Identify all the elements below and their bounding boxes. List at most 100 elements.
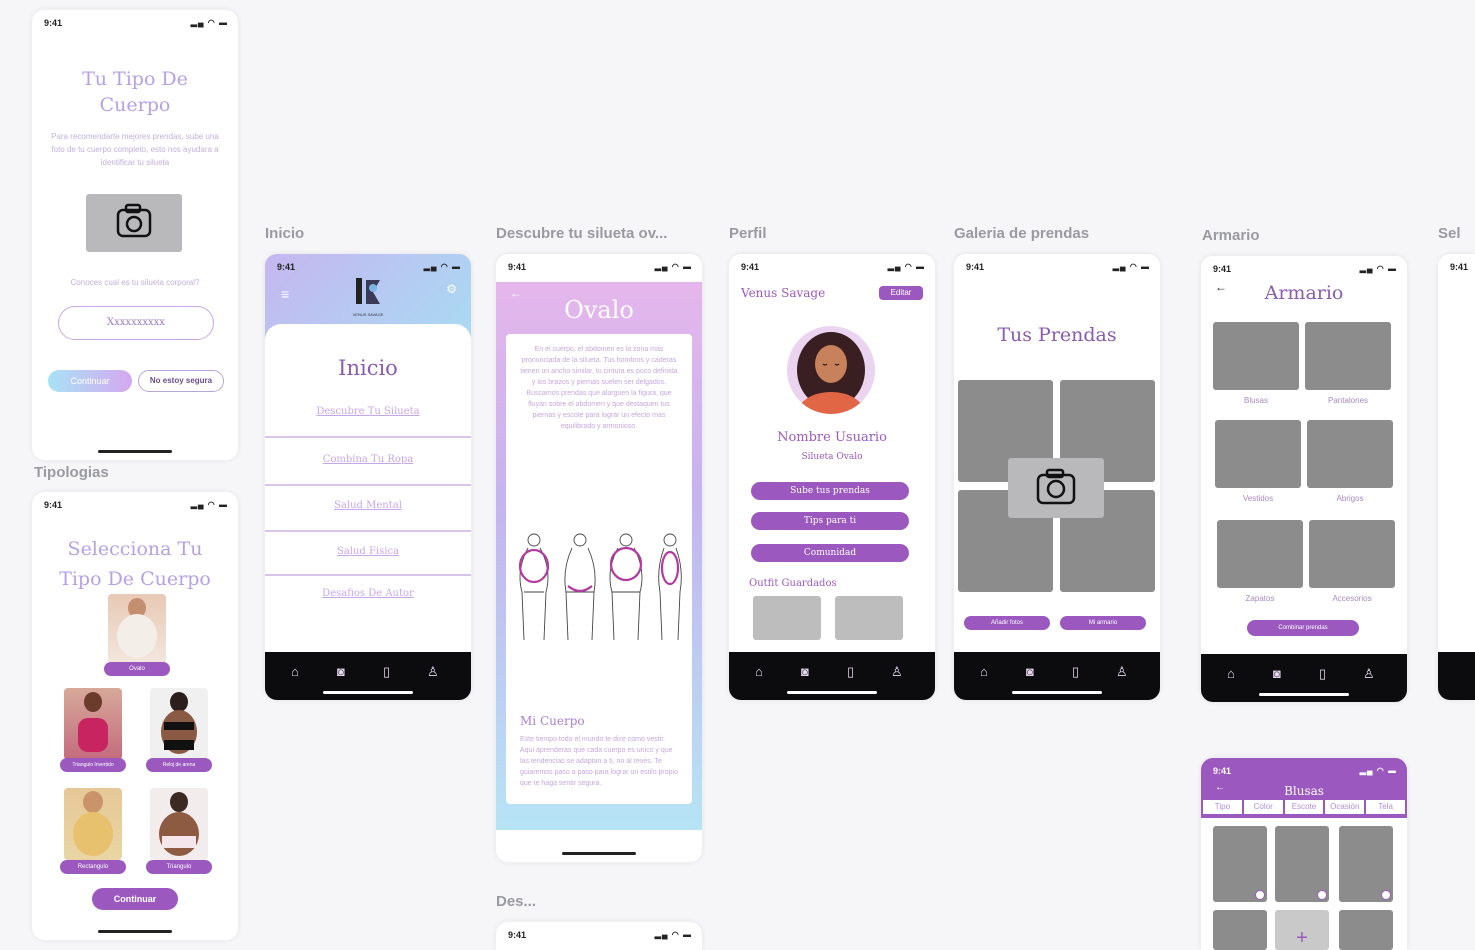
divider (265, 484, 471, 486)
frame-label-galeria: Galeria de prendas (954, 225, 1090, 242)
bookmark-icon[interactable]: ▯ (1072, 664, 1079, 680)
category-card-abrigos[interactable] (1307, 420, 1393, 488)
select-circle-icon[interactable] (1255, 890, 1265, 900)
body-type-label-reloj[interactable]: Reloj de arena (146, 758, 212, 772)
home-indicator (562, 852, 636, 855)
tips-button[interactable]: Tips para ti (751, 512, 909, 530)
frame-label-des: Des... (496, 893, 537, 910)
category-card-zapatos[interactable] (1217, 520, 1303, 588)
blouse-item[interactable] (1213, 910, 1267, 950)
status-time: 9:41 (1213, 766, 1232, 776)
body-type-card-triangulo-invertido[interactable] (64, 688, 122, 760)
menu-item-descubre[interactable]: Descubre Tu Silueta (265, 406, 471, 417)
unsure-button[interactable]: No estoy segura (138, 370, 224, 392)
upload-clothes-button[interactable]: Sube tus prendas (751, 482, 909, 500)
menu-icon[interactable]: ≡ (281, 286, 289, 302)
category-card-accesorios[interactable] (1309, 520, 1395, 588)
community-button[interactable]: Comunidad (751, 544, 909, 562)
status-icons: ▂▄ ◠ ▬ (654, 262, 692, 271)
blouse-item[interactable] (1339, 910, 1393, 950)
continue-button[interactable]: Continuar (92, 888, 178, 910)
body-type-card-reloj[interactable] (150, 688, 208, 760)
phone-perfil: 9:41 ▂▄ ◠ ▬ Venus Savage Editar Nombre Us… (729, 254, 935, 700)
outfit-thumbnail[interactable] (835, 596, 903, 640)
body-type-label-triangulo-invertido[interactable]: Triangulo Invertido (60, 758, 126, 772)
user-icon[interactable]: ♙ (1363, 666, 1375, 682)
camera-icon[interactable]: ◙ (1026, 664, 1034, 679)
phone-des-partial: 9:41 ▂▄ ◠ ▬ (496, 922, 702, 950)
outfit-thumbnail[interactable] (753, 596, 821, 640)
bookmark-icon[interactable]: ▯ (847, 664, 854, 680)
page-title: Inicio (338, 356, 398, 380)
user-icon[interactable]: ♙ (427, 664, 439, 680)
body-type-label-triangulo[interactable]: Triangulo (146, 860, 212, 874)
status-time: 9:41 (508, 930, 527, 940)
home-icon[interactable]: ⌂ (980, 664, 988, 679)
camera-icon[interactable]: ◙ (1273, 666, 1281, 681)
phone-blusas: 9:41 ▂▄ ◠ ▬ ← Blusas Tipo Color Escote Oc… (1201, 758, 1407, 950)
camera-button[interactable] (1008, 458, 1104, 518)
camera-button[interactable] (86, 194, 182, 252)
add-item-button[interactable]: + (1275, 910, 1329, 950)
bookmark-icon[interactable]: ▯ (1319, 666, 1326, 682)
select-circle-icon[interactable] (1317, 890, 1327, 900)
page-title: Selecciona Tu (67, 538, 203, 560)
home-icon[interactable]: ⌂ (755, 664, 763, 679)
combine-button[interactable]: Combinar prendas (1247, 620, 1359, 636)
filter-tab-tipo[interactable]: Tipo (1203, 800, 1242, 814)
user-icon[interactable]: ♙ (1116, 664, 1128, 680)
body-type-card-rectangulo[interactable] (64, 788, 122, 860)
category-label: Vestidos (1242, 494, 1274, 503)
continue-button[interactable]: Continuar (48, 370, 132, 392)
filter-tab-color[interactable]: Color (1243, 800, 1283, 814)
divider (265, 574, 471, 576)
header: 9:41 ▂▄ ◠ ▬ ← Blusas Tipo Color Escote Oc… (1201, 758, 1407, 818)
body-type-card-ovalo[interactable] (108, 594, 166, 664)
menu-item-salud-mental[interactable]: Salud Mental (265, 500, 471, 511)
silhouette-input[interactable]: Xxxxxxxxxx (58, 306, 214, 340)
phone-armario: 9:41 ▂▄ ◠ ▬ ← Armario Blusas Pantalones V… (1201, 256, 1407, 702)
frame-label-perfil: Perfil (729, 225, 767, 242)
edit-button[interactable]: Editar (879, 286, 923, 300)
add-photos-button[interactable]: Añadir fotos (964, 616, 1050, 630)
category-label: Zapatos (1245, 594, 1275, 603)
status-bar: 9:41 ▂▄ ◠ ▬ (1201, 758, 1407, 782)
category-label: Accesorios (1332, 594, 1372, 603)
avatar (787, 326, 875, 414)
tab-bar: ⌂ ◙ ▯ ♙ (1201, 654, 1407, 702)
status-icons: ▂▄ ◠ ▬ (1359, 766, 1397, 775)
camera-icon[interactable]: ◙ (801, 664, 809, 679)
filter-tab-tela[interactable]: Tela (1366, 800, 1405, 814)
status-icons: ▂▄ ◠ ▬ (1112, 262, 1150, 271)
bookmark-icon[interactable]: ▯ (383, 664, 390, 680)
app-logo (353, 276, 383, 312)
my-closet-button[interactable]: Mi armario (1060, 616, 1146, 630)
menu-item-salud-fisica[interactable]: Salud Fisica (265, 546, 471, 557)
body-text-2: Este tiempo todo el mundo te dice como v… (520, 736, 678, 787)
status-icons: ▂▄ ◠ ▬ (887, 262, 925, 271)
profile-name-header: Venus Savage (741, 286, 826, 300)
body-type-card-triangulo[interactable] (150, 788, 208, 860)
category-card-pantalones[interactable] (1305, 322, 1391, 390)
body-type-label-ovalo[interactable]: Ovalo (104, 662, 170, 676)
category-card-vestidos[interactable] (1215, 420, 1301, 488)
user-icon[interactable]: ♙ (891, 664, 903, 680)
status-time: 9:41 (44, 500, 63, 510)
category-card-blusas[interactable] (1213, 322, 1299, 390)
home-icon[interactable]: ⌂ (1227, 666, 1235, 681)
page-title: Tus Prendas (997, 324, 1117, 346)
filter-tab-ocasion[interactable]: Ocasión (1325, 800, 1365, 814)
settings-icon[interactable]: ⚙ (446, 282, 457, 296)
body-type-label-rectangulo[interactable]: Rectangulo (60, 860, 126, 874)
menu-item-desafios[interactable]: Desafios De Autor (265, 588, 471, 599)
menu-item-combina[interactable]: Combina Tu Ropa (265, 454, 471, 465)
status-time: 9:41 (277, 262, 296, 272)
saved-outfits-title: Outfit Guardados (749, 578, 837, 589)
frame-label-inicio: Inicio (265, 225, 305, 242)
select-circle-icon[interactable] (1381, 890, 1391, 900)
camera-icon[interactable]: ◙ (337, 664, 345, 679)
status-bar: 9:41 ▂▄ ◠ ▬ (496, 922, 702, 946)
home-icon[interactable]: ⌂ (291, 664, 299, 679)
filter-tab-escote[interactable]: Escote (1284, 800, 1324, 814)
body-photo (159, 792, 199, 856)
